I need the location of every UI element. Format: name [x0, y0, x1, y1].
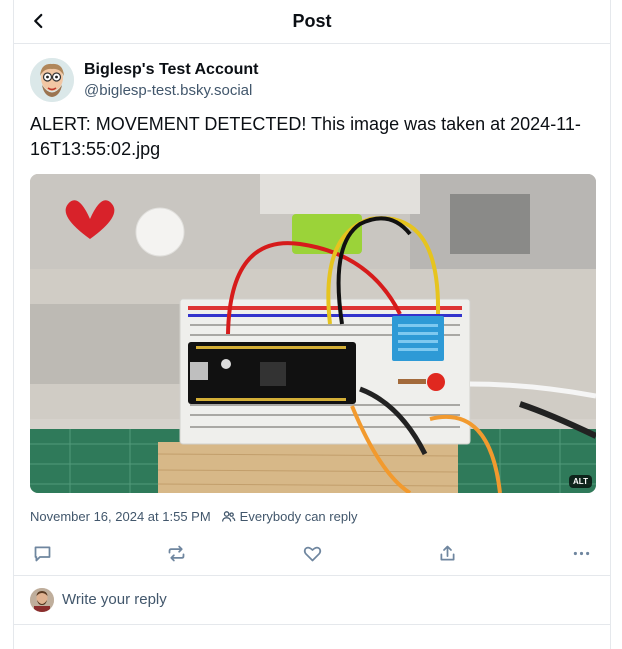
page-title: Post: [292, 11, 332, 31]
people-icon: [221, 511, 236, 522]
share-upload-icon: [440, 545, 454, 560]
current-user-avatar: [30, 588, 54, 612]
like-button[interactable]: [299, 540, 325, 566]
reply-setting[interactable]: Everybody can reply: [221, 509, 358, 524]
alt-badge[interactable]: ALT: [569, 475, 592, 488]
reply-setting-label: Everybody can reply: [239, 509, 358, 524]
post-text: ALERT: MOVEMENT DETECTED! This image was…: [30, 114, 581, 159]
header: Post: [14, 0, 610, 44]
author-display-name[interactable]: Biglesp's Test Account: [84, 61, 259, 79]
ellipsis-icon: [573, 551, 589, 555]
post-actions: [14, 534, 610, 574]
author-avatar[interactable]: [30, 58, 74, 102]
heart-icon: [303, 546, 321, 561]
post-meta: November 16, 2024 at 1:55 PM Everybody c…: [30, 509, 357, 524]
breadboard-photo: [30, 174, 596, 493]
post-timestamp[interactable]: November 16, 2024 at 1:55 PM: [30, 509, 211, 524]
repost-arrows-icon: [168, 545, 184, 561]
reply-button[interactable]: [29, 540, 55, 566]
reply-placeholder[interactable]: Write your reply: [62, 591, 167, 608]
share-button[interactable]: [434, 540, 460, 566]
divider: [14, 624, 610, 625]
reply-composer-prompt[interactable]: Write your reply: [14, 576, 610, 624]
post-image[interactable]: ALT: [30, 174, 596, 493]
more-options-button[interactable]: [568, 540, 594, 566]
app-frame: Post Biglesp's Test Account @biglesp-tes…: [13, 0, 611, 649]
repost-button[interactable]: [163, 540, 189, 566]
speech-bubble-icon: [34, 546, 50, 561]
author-handle[interactable]: @biglesp-test.bsky.social: [84, 82, 252, 99]
